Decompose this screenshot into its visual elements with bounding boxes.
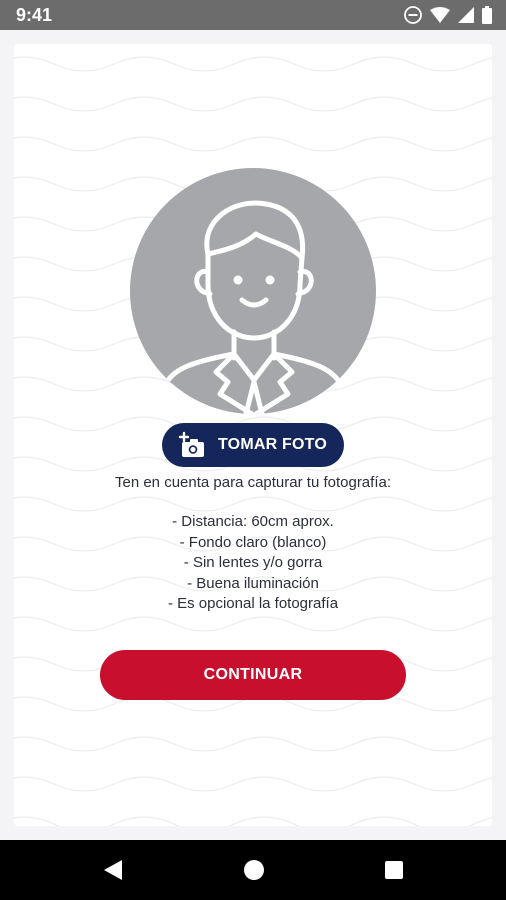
tip-item: - Fondo claro (blanco) <box>179 533 327 551</box>
tip-item: - Distancia: 60cm aprox. <box>172 513 334 530</box>
continue-button[interactable]: CONTINUAR <box>100 650 406 700</box>
status-time: 9:41 <box>16 5 53 25</box>
tips-list: - Distancia: 60cm aprox. - Fondo claro (… <box>14 512 492 615</box>
tip-item: - Buena iluminación <box>187 574 319 592</box>
avatar <box>130 168 376 414</box>
recents-icon[interactable] <box>384 860 404 880</box>
status-icons <box>404 6 492 24</box>
take-photo-button[interactable]: TOMAR FOTO <box>162 423 344 467</box>
user-placeholder-icon <box>155 200 351 414</box>
wifi-icon <box>430 7 450 23</box>
home-icon[interactable] <box>243 859 265 881</box>
tip-item: - Sin lentes y/o gorra <box>183 554 323 571</box>
photo-card: TOMAR FOTO Ten en cuenta para capturar t… <box>14 44 492 826</box>
cell-signal-icon <box>458 7 474 23</box>
take-photo-label: TOMAR FOTO <box>218 436 327 453</box>
add-camera-icon <box>178 431 204 457</box>
status-bar: 9:41 <box>0 0 506 30</box>
navigation-bar <box>0 840 506 900</box>
back-icon[interactable] <box>102 859 124 881</box>
instructions-intro: Ten en cuenta para capturar tu fotografí… <box>114 474 391 491</box>
battery-icon <box>482 6 492 24</box>
do-not-disturb-icon <box>404 6 422 24</box>
tip-item: - Es opcional la fotografía <box>167 595 339 612</box>
